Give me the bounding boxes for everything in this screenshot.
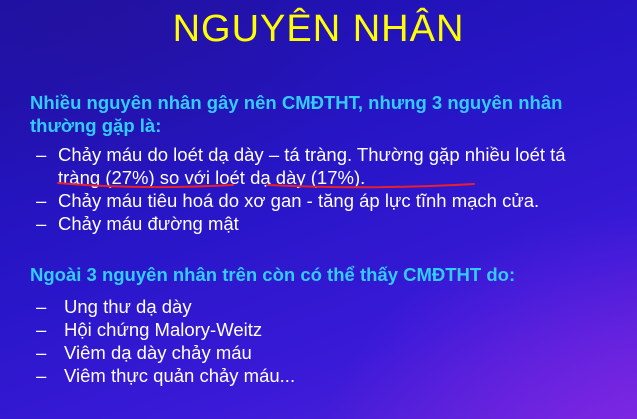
list-item: – Ung thư dạ dày [36,295,596,318]
cause-text: Chảy máu tiêu hoá do xơ gan - tăng áp lự… [58,190,540,211]
list-item: – Chảy máu đường mật [36,212,596,235]
slide-title: NGUYÊN NHÂN [172,8,465,50]
cause-text: Viêm dạ dày chảy máu [64,342,252,363]
intro-heading: Nhiều nguyên nhân gây nên CMĐTHT, nhưng … [30,92,563,136]
main-causes-list: – Chảy máu do loét dạ dày – tá tràng. Th… [36,143,596,235]
bullet-dash: – [36,144,47,165]
cause-text: Hội chứng Malory-Weitz [64,319,263,340]
list-item: – Chảy máu do loét dạ dày – tá tràng. Th… [36,143,596,189]
bullet-dash: – [36,190,47,211]
cause-text: Ung thư dạ dày [64,296,192,317]
list-item: – Chảy máu tiêu hoá do xơ gan - tăng áp … [36,189,596,212]
list-item: – Viêm dạ dày chảy máu [36,341,596,364]
cause-text: Viêm thực quản chảy máu... [64,365,296,386]
bullet-dash: – [36,365,47,386]
cause-text: Chảy máu đường mật [58,213,239,234]
list-item: – Viêm thực quản chảy máu... [36,364,596,387]
bullet-dash: – [36,296,47,317]
other-causes-heading: Ngoài 3 nguyên nhân trên còn có thể thấy… [30,264,516,285]
list-item: – Hội chứng Malory-Weitz [36,318,596,341]
slide-background: NGUYÊN NHÂN Nhiều nguyên nhân gây nên CM… [0,0,637,419]
bullet-dash: – [36,319,47,340]
bullet-dash: – [36,213,47,234]
cause-text: Chảy máu do loét dạ dày – tá tràng. Thườ… [58,144,566,188]
bullet-dash: – [36,342,47,363]
other-causes-list: – Ung thư dạ dày – Hội chứng Malory-Weit… [36,295,596,387]
